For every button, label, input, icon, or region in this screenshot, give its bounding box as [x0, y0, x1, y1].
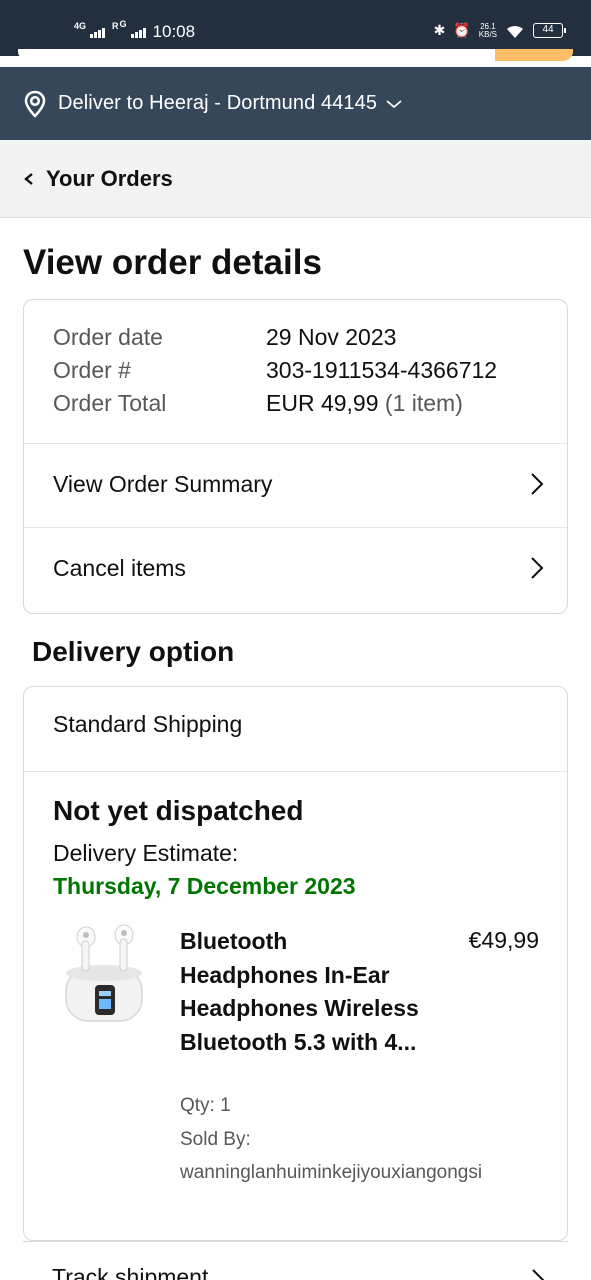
network-speed: 26.1 KB/S: [478, 22, 497, 39]
network-type-label: 4G: [74, 21, 87, 31]
track-shipment-label: Track shipment: [52, 1264, 209, 1280]
order-date-label: Order date: [53, 324, 163, 350]
order-date-value: 29 Nov 2023: [266, 324, 397, 350]
delivery-option-heading: Delivery option: [32, 636, 235, 667]
delivery-estimate-label: Delivery Estimate:: [53, 840, 239, 866]
view-order-summary-label: View Order Summary: [53, 470, 273, 497]
product-quantity: Qty: 1: [180, 1095, 231, 1116]
battery-icon: 44: [533, 23, 566, 38]
order-total-value: EUR 49,99 (1 item): [266, 390, 463, 417]
track-shipment-link[interactable]: Track shipment: [23, 1241, 568, 1280]
chevron-right-icon: [531, 473, 544, 495]
shipping-method: Standard Shipping: [53, 711, 243, 737]
order-number-label: Order #: [53, 357, 131, 383]
chevron-right-icon: [531, 557, 544, 579]
cancel-items-link[interactable]: Cancel items: [24, 526, 567, 610]
location-pin-icon: [24, 90, 46, 118]
view-order-summary-link[interactable]: View Order Summary: [24, 442, 567, 526]
roaming-label: R: [112, 21, 119, 31]
order-item-count: (1 item): [384, 390, 463, 416]
seller-name: wanninglanhuiminkejiyouxiangongsi: [180, 1162, 483, 1183]
roaming-network-label: G: [119, 19, 127, 29]
signal-bars-icon: [90, 27, 106, 38]
search-bar[interactable]: [18, 49, 573, 61]
page-title: View order details: [23, 243, 322, 282]
deliver-to-bar[interactable]: Deliver to Heeraj - Dortmund 44145: [0, 67, 591, 140]
divider: [24, 771, 567, 772]
nav-title: Your Orders: [46, 165, 173, 191]
sold-by-label: Sold By:: [180, 1129, 251, 1150]
chevron-down-icon: [386, 99, 402, 108]
search-button[interactable]: [495, 49, 573, 61]
network-speed-unit: KB/S: [478, 29, 497, 39]
chevron-right-icon: [532, 1269, 545, 1280]
bluetooth-icon: ✱: [433, 22, 446, 38]
clock: 10:08: [152, 22, 196, 41]
status-right: ✱ ⏰ 26.1 KB/S 44: [433, 22, 566, 39]
order-total-amount: EUR 49,99: [266, 390, 379, 416]
delivery-estimate-date: Thursday, 7 December 2023: [53, 873, 356, 899]
signal-bars-2-icon: [130, 27, 146, 38]
product-price: €49,99: [468, 927, 539, 953]
deliver-to-text: Deliver to Heeraj - Dortmund 44145: [58, 92, 378, 114]
order-info-card: Order date 29 Nov 2023 Order # 303-19115…: [23, 299, 568, 614]
status-left: 4G R G 10:08: [74, 19, 196, 42]
product-title-link[interactable]: Bluetooth Headphones In-Ear Headphones W…: [180, 925, 430, 1059]
chevron-left-icon: [24, 172, 33, 185]
order-total-label: Order Total: [53, 390, 167, 416]
shipment-status: Not yet dispatched: [53, 795, 304, 826]
cancel-items-label: Cancel items: [53, 554, 186, 581]
status-bar: 4G R G 10:08 ✱ ⏰ 26.1 KB/S 44: [0, 0, 591, 61]
delivery-card: Standard Shipping Not yet dispatched Del…: [23, 686, 568, 1241]
order-number-value: 303-1911534-4366712: [266, 357, 498, 383]
wifi-icon: [507, 25, 523, 38]
back-to-orders-link[interactable]: Your Orders: [0, 140, 591, 218]
earbuds-case-icon[interactable]: [62, 923, 150, 1033]
alarm-icon: ⏰: [453, 22, 471, 38]
